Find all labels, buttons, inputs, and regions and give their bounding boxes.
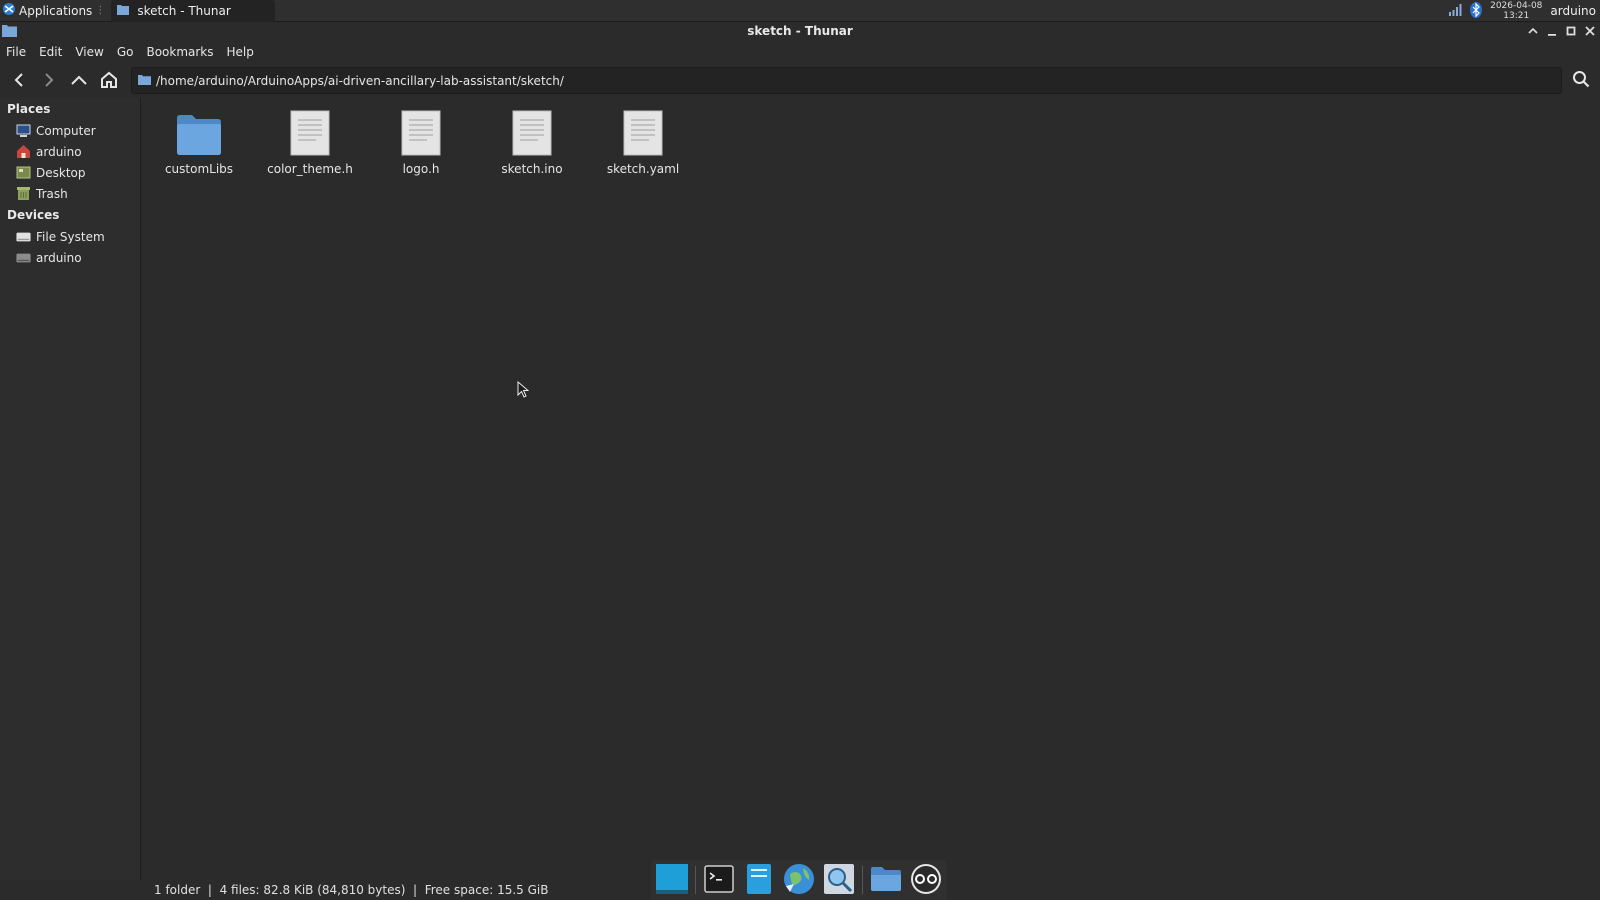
dock-separator: [695, 866, 696, 894]
sidebar-item-label: arduino: [36, 250, 82, 265]
forward-button[interactable]: [34, 67, 64, 95]
drive-icon: [16, 250, 31, 265]
file-item-document[interactable]: logo.h: [366, 106, 476, 176]
network-signal-icon[interactable]: [1448, 3, 1462, 19]
menu-edit[interactable]: Edit: [39, 45, 62, 59]
panel-tray: 2026-04-08 13:21 arduino: [1448, 0, 1600, 22]
computer-icon: [16, 123, 31, 138]
sidebar-item-arduino-home[interactable]: arduino: [0, 141, 140, 162]
applications-label: Applications: [19, 3, 93, 18]
shade-icon[interactable]: [1526, 24, 1539, 38]
menubar: File Edit View Go Bookmarks Help: [0, 42, 254, 62]
location-bar[interactable]: /home/arduino/ArduinoApps/ai-driven-anci…: [131, 67, 1562, 94]
clock-date: 2026-04-08: [1490, 1, 1543, 11]
sidebar-item-label: Computer: [36, 123, 96, 138]
drive-icon: [16, 229, 31, 244]
search-icon: [1572, 70, 1590, 91]
sidebar-item-arduino-drive[interactable]: arduino: [0, 247, 140, 268]
clock-time: 13:21: [1503, 11, 1530, 21]
file-item-document[interactable]: sketch.ino: [477, 106, 587, 176]
file-item-name: logo.h: [402, 162, 440, 176]
dock: [651, 860, 947, 900]
menu-separator-icon: ⋮: [95, 5, 106, 16]
text-file-icon: [508, 106, 556, 156]
sidebar-item-desktop[interactable]: Desktop: [0, 162, 140, 183]
dock-show-desktop[interactable]: [655, 863, 689, 897]
sidebar-item-label: File System: [36, 229, 105, 244]
terminal-icon: [704, 864, 734, 896]
file-item-document[interactable]: sketch.yaml: [588, 106, 698, 176]
home-button[interactable]: [94, 67, 124, 95]
arrow-left-icon: [13, 72, 25, 91]
file-item-name: sketch.ino: [501, 162, 563, 176]
dock-separator: [862, 866, 863, 894]
trash-icon: [16, 186, 31, 201]
window-titlebar[interactable]: sketch - Thunar: [0, 22, 1600, 42]
folder-icon: [870, 866, 902, 895]
menu-file[interactable]: File: [6, 45, 26, 59]
minimize-icon[interactable]: [1545, 24, 1558, 38]
arduino-icon: [910, 863, 942, 898]
folder-icon: [117, 4, 130, 18]
sidebar: Places Computer arduino Desktop Trash De…: [0, 98, 141, 880]
dock-app-finder[interactable]: [822, 863, 856, 897]
file-item-folder[interactable]: customLibs: [144, 106, 254, 176]
folder-icon: [175, 106, 223, 156]
sidebar-item-label: Trash: [36, 186, 68, 201]
window-title: sketch - Thunar: [747, 24, 853, 38]
panel-user-name[interactable]: arduino: [1550, 4, 1596, 18]
mouse-cursor-icon: [517, 380, 530, 402]
clock[interactable]: 2026-04-08 13:21: [1490, 1, 1542, 21]
dock-file-manager[interactable]: [742, 863, 776, 897]
magnifier-icon: [823, 863, 855, 898]
desktop-icon: [16, 165, 31, 180]
text-file-icon: [397, 106, 445, 156]
dock-arduino-ide[interactable]: [909, 863, 943, 897]
file-item-name: customLibs: [164, 162, 234, 176]
arrow-right-icon: [43, 72, 55, 91]
text-file-icon: [619, 106, 667, 156]
search-button[interactable]: [1566, 66, 1596, 94]
file-item-name: color_theme.h: [267, 162, 353, 176]
menu-go[interactable]: Go: [117, 45, 134, 59]
applications-menu-button[interactable]: Applications ⋮: [0, 0, 109, 22]
home-icon: [16, 144, 31, 159]
sidebar-item-file-system[interactable]: File System: [0, 226, 140, 247]
up-button[interactable]: [64, 67, 94, 95]
taskbar-window-title: sketch - Thunar: [137, 3, 231, 18]
bluetooth-icon[interactable]: [1470, 1, 1483, 21]
dock-terminal[interactable]: [702, 863, 736, 897]
dock-web-browser[interactable]: [782, 863, 816, 897]
sidebar-heading-devices: Devices: [7, 208, 60, 222]
xfce-logo-icon: [2, 2, 16, 19]
sidebar-heading-places: Places: [7, 102, 51, 116]
file-view[interactable]: customLibs color_theme.h logo.h sketch.i…: [141, 98, 1600, 880]
dock-folder[interactable]: [869, 863, 903, 897]
back-button[interactable]: [4, 67, 34, 95]
top-panel: Applications ⋮ sketch - Thunar 2026-04-0…: [0, 0, 1600, 22]
menu-bookmarks[interactable]: Bookmarks: [146, 45, 213, 59]
location-path: /home/arduino/ArduinoApps/ai-driven-anci…: [156, 73, 564, 88]
arrow-up-icon: [70, 74, 88, 89]
show-desktop-icon: [656, 863, 688, 897]
folder-icon: [138, 74, 151, 88]
sidebar-item-label: Desktop: [36, 165, 86, 180]
file-item-name: sketch.yaml: [606, 162, 680, 176]
file-manager-icon: [746, 863, 772, 898]
home-icon: [100, 71, 118, 92]
taskbar-window-button[interactable]: sketch - Thunar: [111, 0, 276, 22]
globe-icon: [782, 862, 816, 899]
status-text: 1 folder | 4 files: 82.8 KiB (84,810 byt…: [154, 883, 549, 897]
window-controls: [1526, 24, 1596, 38]
sidebar-item-label: arduino: [36, 144, 82, 159]
menu-view[interactable]: View: [75, 45, 103, 59]
text-file-icon: [286, 106, 334, 156]
close-icon[interactable]: [1583, 24, 1596, 38]
sidebar-item-trash[interactable]: Trash: [0, 183, 140, 204]
toolbar: /home/arduino/ArduinoApps/ai-driven-anci…: [0, 66, 1600, 96]
menu-help[interactable]: Help: [227, 45, 254, 59]
file-item-document[interactable]: color_theme.h: [255, 106, 365, 176]
maximize-icon[interactable]: [1564, 24, 1577, 38]
sidebar-item-computer[interactable]: Computer: [0, 120, 140, 141]
